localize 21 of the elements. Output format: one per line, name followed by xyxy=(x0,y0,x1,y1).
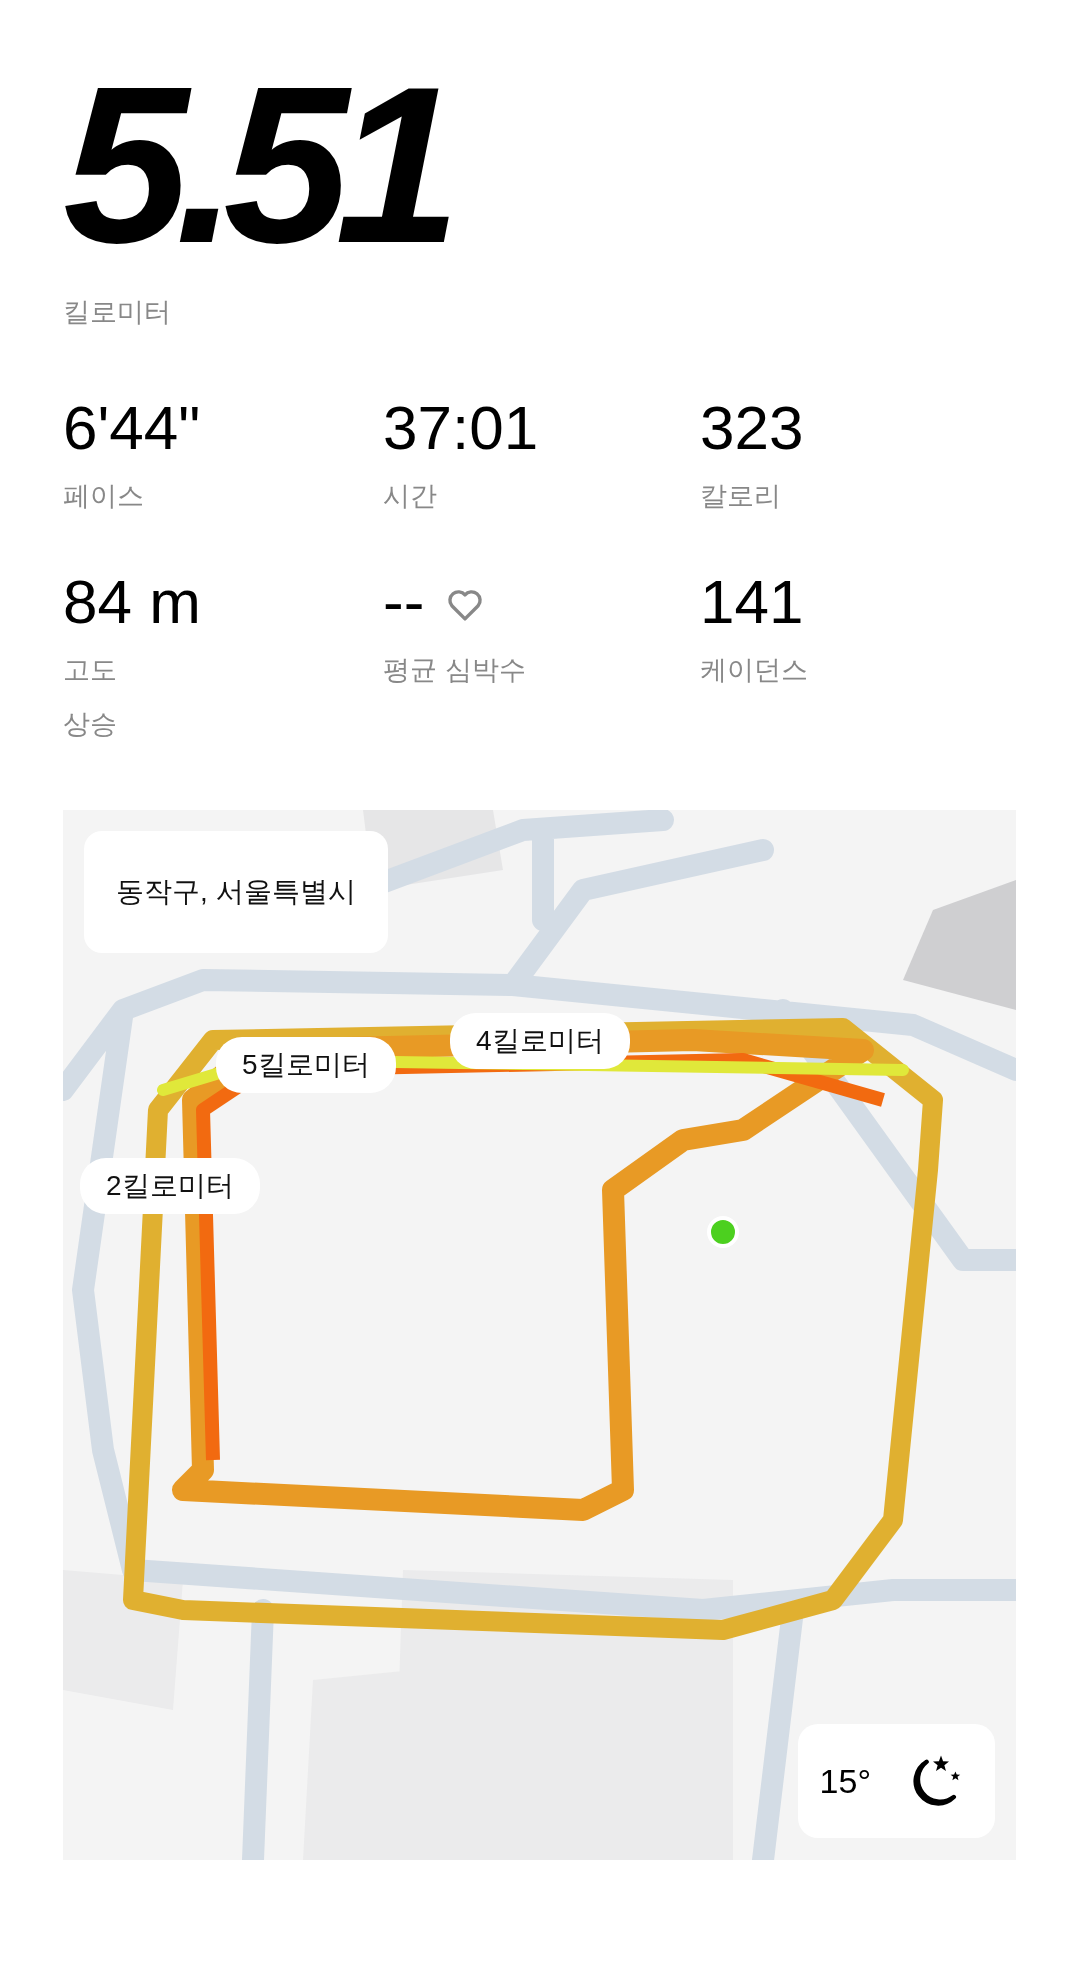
distance-value: 5.51 xyxy=(63,50,447,280)
stat-value: 37:01 xyxy=(383,391,539,463)
stat-sublabel: 상승 xyxy=(63,708,117,741)
stat-label: 페이스 xyxy=(63,480,144,513)
stat-value: 84 m xyxy=(63,565,201,637)
stat-value: 323 xyxy=(700,391,804,463)
location-card: 동작구, 서울특별시 xyxy=(84,831,388,953)
stat-label: 고도 xyxy=(63,654,117,687)
temperature: 15° xyxy=(819,1761,871,1801)
stat-value: -- xyxy=(383,565,425,637)
stat-value: 6'44" xyxy=(63,391,201,463)
distance-marker: 2킬로미터 xyxy=(80,1158,260,1214)
distance-marker: 5킬로미터 xyxy=(216,1037,396,1093)
stat-label: 케이던스 xyxy=(700,654,808,687)
distance-marker: 4킬로미터 xyxy=(450,1013,630,1069)
distance-unit: 킬로미터 xyxy=(63,296,171,329)
heart-icon xyxy=(446,588,485,622)
stat-label: 시간 xyxy=(383,480,437,513)
stat-value: 141 xyxy=(700,565,804,637)
stat-label: 평균 심박수 xyxy=(383,654,526,687)
stat-label: 칼로리 xyxy=(700,480,781,513)
